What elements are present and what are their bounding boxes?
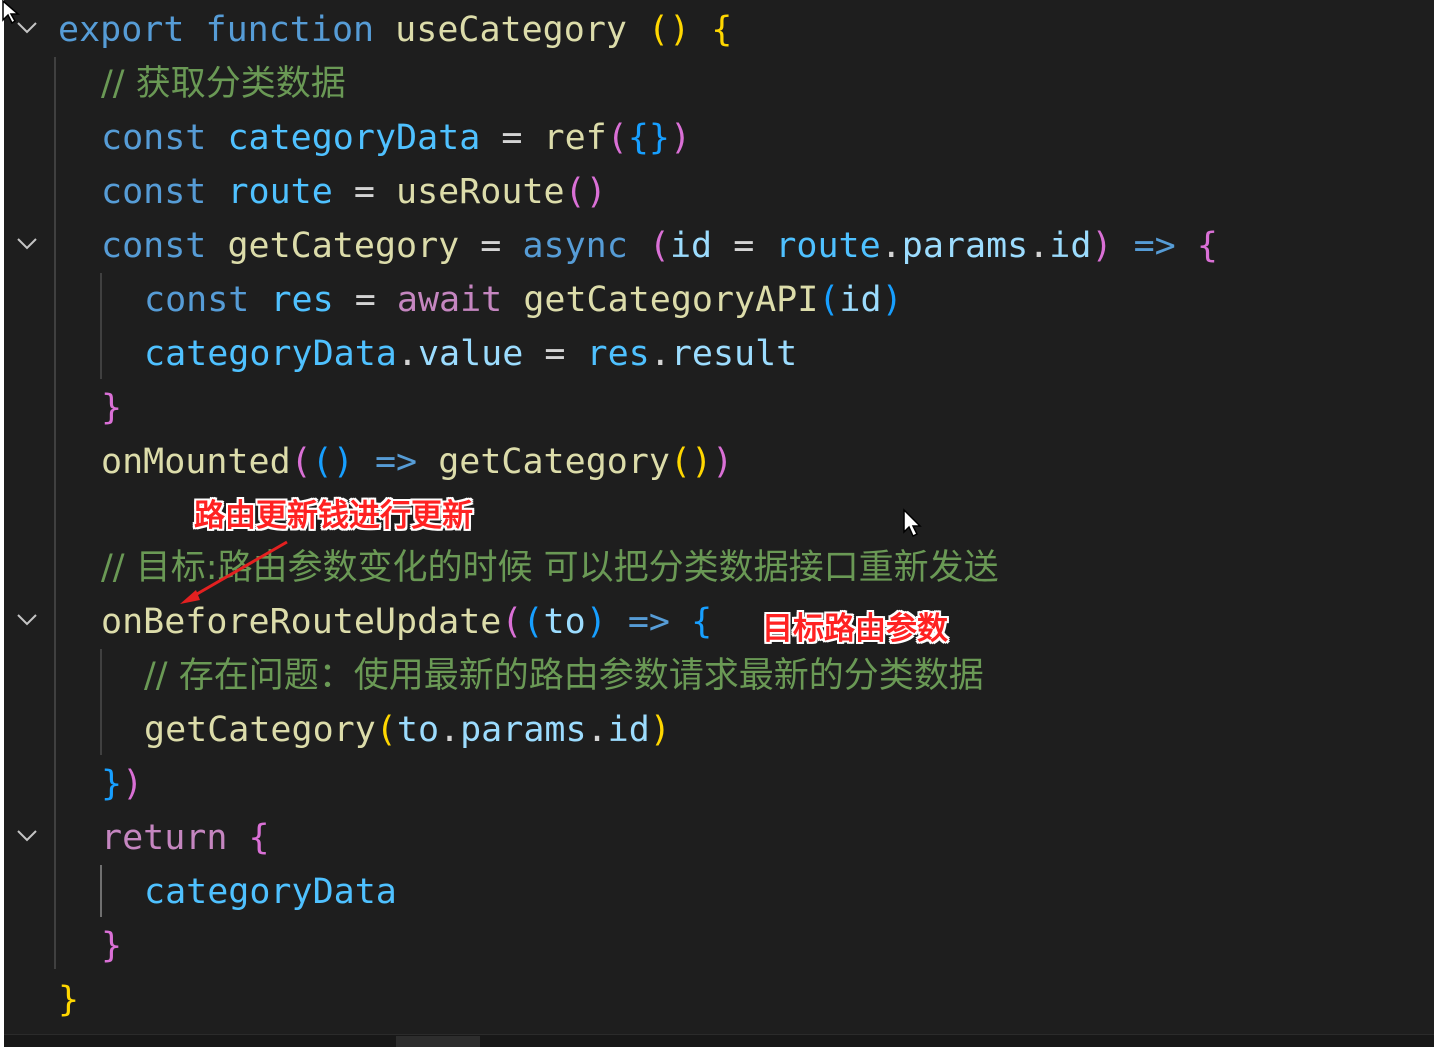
status-bar: [4, 1034, 1434, 1047]
red-arrow: [180, 540, 288, 604]
mouse-pointer-icon: [903, 508, 922, 538]
mouse-pointer-icon: [2, 0, 21, 25]
code-editor[interactable]: export function useCategory () {// 获取分类数…: [4, 0, 1434, 1046]
status-bar-item[interactable]: [396, 1036, 480, 1047]
